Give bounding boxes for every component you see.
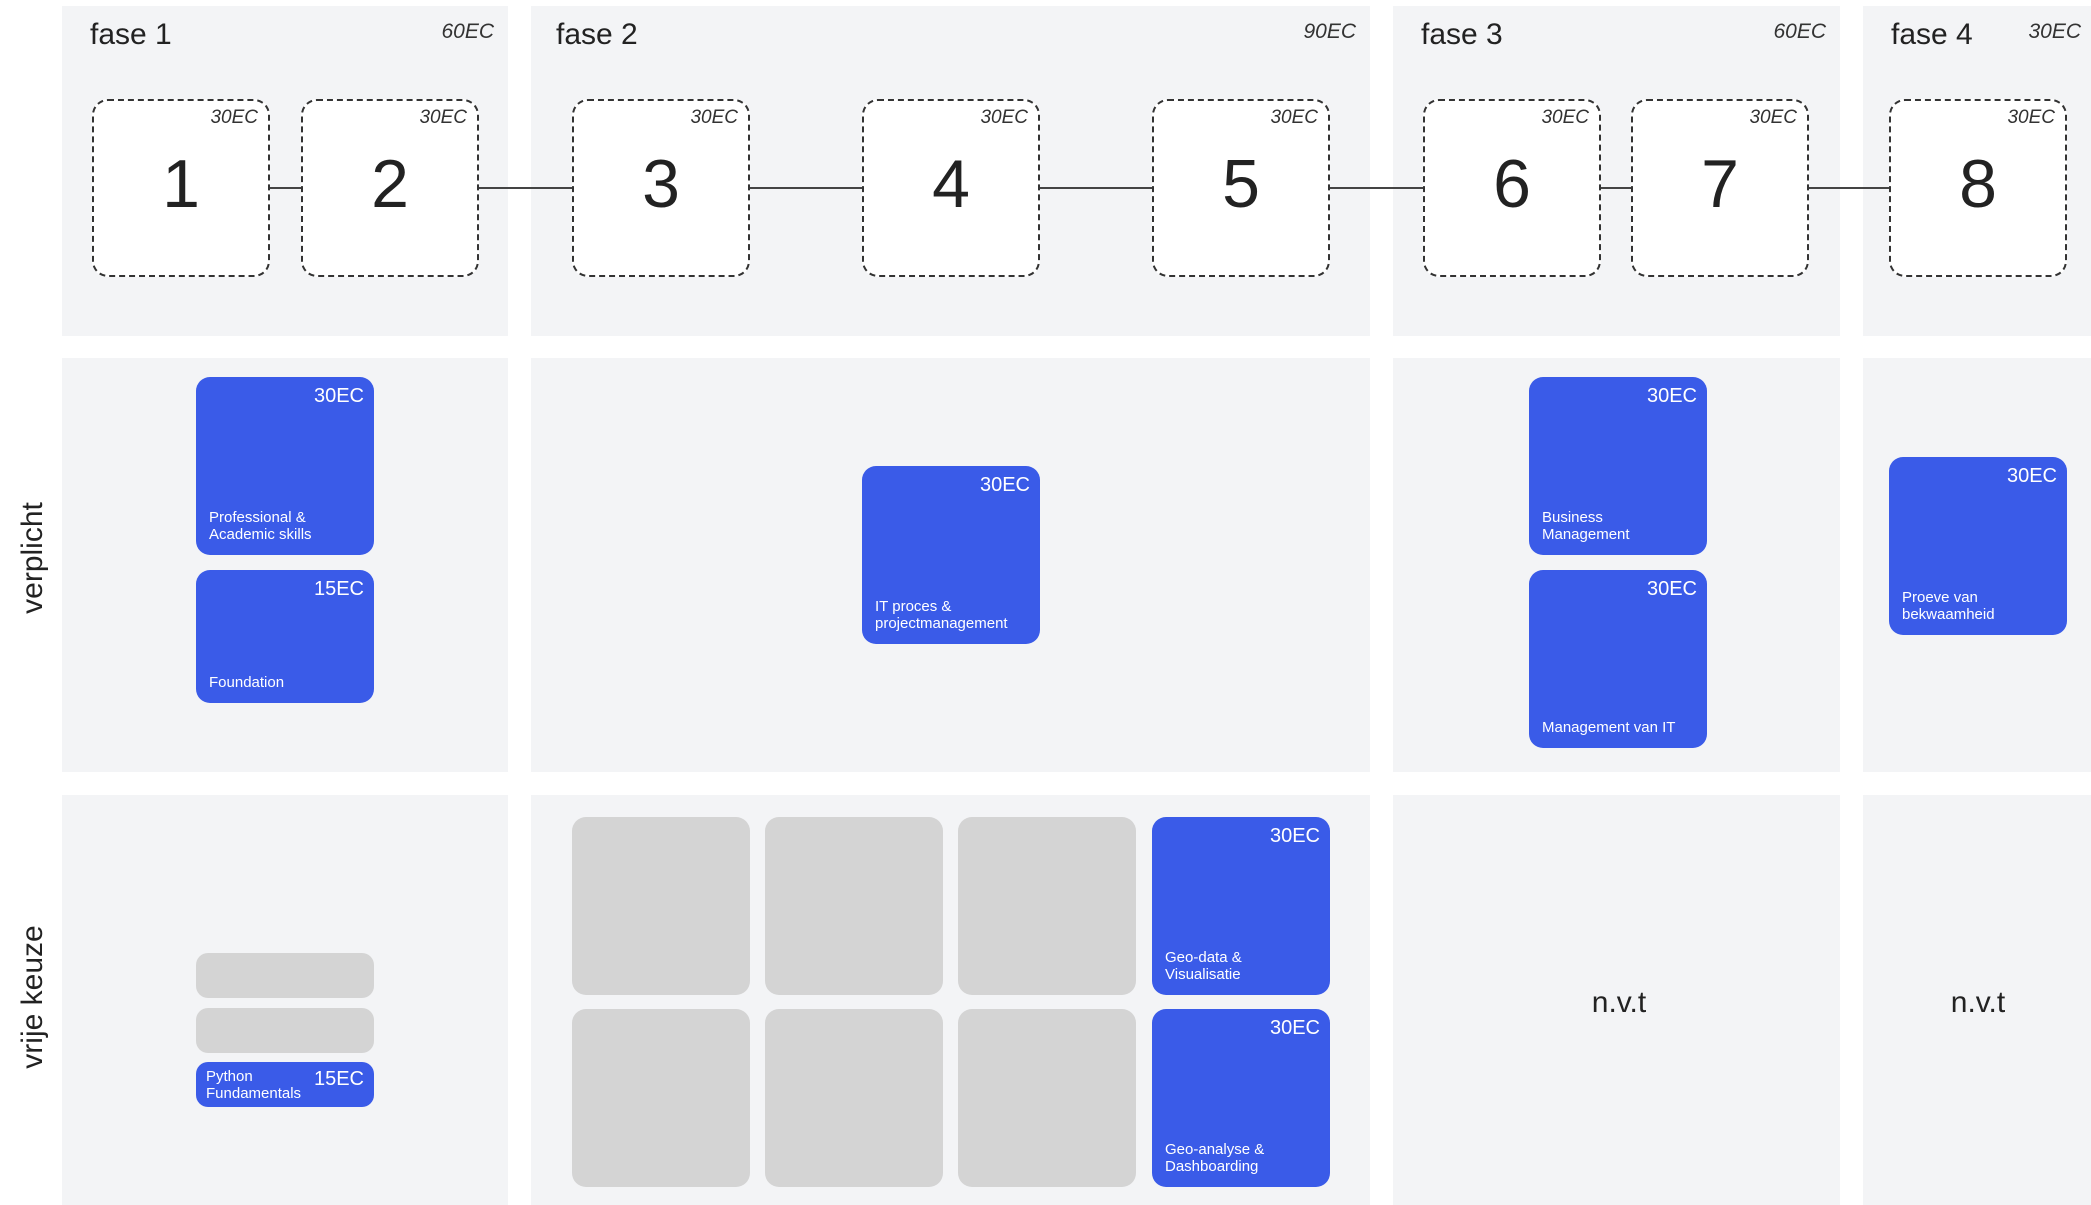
course-ec: 30EC: [1269, 1017, 1320, 1039]
semester-number: 5: [1222, 146, 1260, 222]
semester-8: 30EC 8: [1889, 99, 2067, 277]
connector-2-3: [479, 187, 572, 189]
course-ec: 30EC: [2006, 465, 2057, 487]
elective-phase-1: [62, 795, 508, 1205]
semester-3: 30EC 3: [572, 99, 750, 277]
course-geo-data-visualisatie[interactable]: 30EC Geo-data & Visualisatie: [1152, 817, 1330, 995]
semester-ec: 30EC: [419, 107, 467, 128]
semester-number: 3: [642, 146, 680, 222]
course-ec: 30EC: [1646, 385, 1697, 407]
semester-6: 30EC 6: [1423, 99, 1601, 277]
phase-title: fase 4: [1891, 18, 1973, 51]
course-ec: 15EC: [313, 1068, 364, 1090]
semester-ec: 30EC: [1270, 107, 1318, 128]
course-business-management[interactable]: 30EC Business Management: [1529, 377, 1707, 555]
course-management-van-it[interactable]: 30EC Management van IT: [1529, 570, 1707, 748]
semester-number: 1: [162, 146, 200, 222]
phase-ec: 60EC: [1773, 20, 1826, 43]
connector-3-4: [750, 187, 862, 189]
elective-placeholder: [572, 817, 750, 995]
elective-placeholder: [958, 1009, 1136, 1187]
not-applicable-phase-4: n.v.t: [1950, 986, 2006, 1019]
semester-ec: 30EC: [1749, 107, 1797, 128]
course-geo-analyse-dashboarding[interactable]: 30EC Geo-analyse & Dashboarding: [1152, 1009, 1330, 1187]
elective-placeholder: [196, 953, 374, 998]
semester-number: 2: [371, 146, 409, 222]
course-it-proces-projectmanagement[interactable]: 30EC IT proces & projectmanagement: [862, 466, 1040, 644]
phase-ec: 30EC: [2028, 20, 2081, 43]
semester-7: 30EC 7: [1631, 99, 1809, 277]
elective-placeholder: [196, 1008, 374, 1053]
course-name: Professional & Academic skills: [209, 509, 312, 543]
semester-4: 30EC 4: [862, 99, 1040, 277]
phase-ec: 60EC: [441, 20, 494, 43]
connector-5-6: [1330, 187, 1423, 189]
semester-ec: 30EC: [210, 107, 258, 128]
semester-ec: 30EC: [1541, 107, 1589, 128]
semester-1: 30EC 1: [92, 99, 270, 277]
phase-title: fase 1: [90, 18, 172, 51]
course-name: IT proces & projectmanagement: [875, 598, 1008, 632]
row-label-elective: vrije keuze: [16, 925, 49, 1069]
semester-ec: 30EC: [2007, 107, 2055, 128]
course-professional-academic-skills[interactable]: 30EC Professional & Academic skills: [196, 377, 374, 555]
semester-5: 30EC 5: [1152, 99, 1330, 277]
semester-number: 6: [1493, 146, 1531, 222]
semester-number: 8: [1959, 146, 1997, 222]
semester-number: 7: [1701, 146, 1739, 222]
course-name: Geo-analyse & Dashboarding: [1165, 1141, 1265, 1175]
course-ec: 30EC: [1646, 578, 1697, 600]
elective-placeholder: [572, 1009, 750, 1187]
connector-6-7: [1601, 187, 1631, 189]
phase-ec: 90EC: [1303, 20, 1356, 43]
course-name: Foundation: [209, 674, 285, 691]
course-name: Management van IT: [1542, 719, 1676, 736]
course-foundation[interactable]: 15EC Foundation: [196, 570, 374, 703]
connector-1-2: [270, 187, 301, 189]
row-label-mandatory: verplicht: [16, 502, 49, 614]
course-name: Geo-data & Visualisatie: [1165, 949, 1242, 983]
phase-title: fase 3: [1421, 18, 1503, 51]
course-name: Proeve van bekwaamheid: [1902, 589, 1995, 623]
semester-2: 30EC 2: [301, 99, 479, 277]
phase-title: fase 2: [556, 18, 638, 51]
course-ec: 30EC: [1269, 825, 1320, 847]
course-python-fundamentals[interactable]: Python Fundamentals 15EC: [196, 1062, 374, 1107]
course-ec: 30EC: [313, 385, 364, 407]
connector-4-5: [1040, 187, 1152, 189]
course-proeve-van-bekwaamheid[interactable]: 30EC Proeve van bekwaamheid: [1889, 457, 2067, 635]
course-name: Business Management: [1542, 509, 1630, 543]
semester-ec: 30EC: [980, 107, 1028, 128]
semester-number: 4: [932, 146, 970, 222]
semester-ec: 30EC: [690, 107, 738, 128]
elective-placeholder: [958, 817, 1136, 995]
course-ec: 30EC: [979, 474, 1030, 496]
connector-7-8: [1809, 187, 1889, 189]
course-ec: 15EC: [313, 578, 364, 600]
elective-placeholder: [765, 817, 943, 995]
elective-placeholder: [765, 1009, 943, 1187]
not-applicable-phase-3: n.v.t: [1591, 986, 1647, 1019]
